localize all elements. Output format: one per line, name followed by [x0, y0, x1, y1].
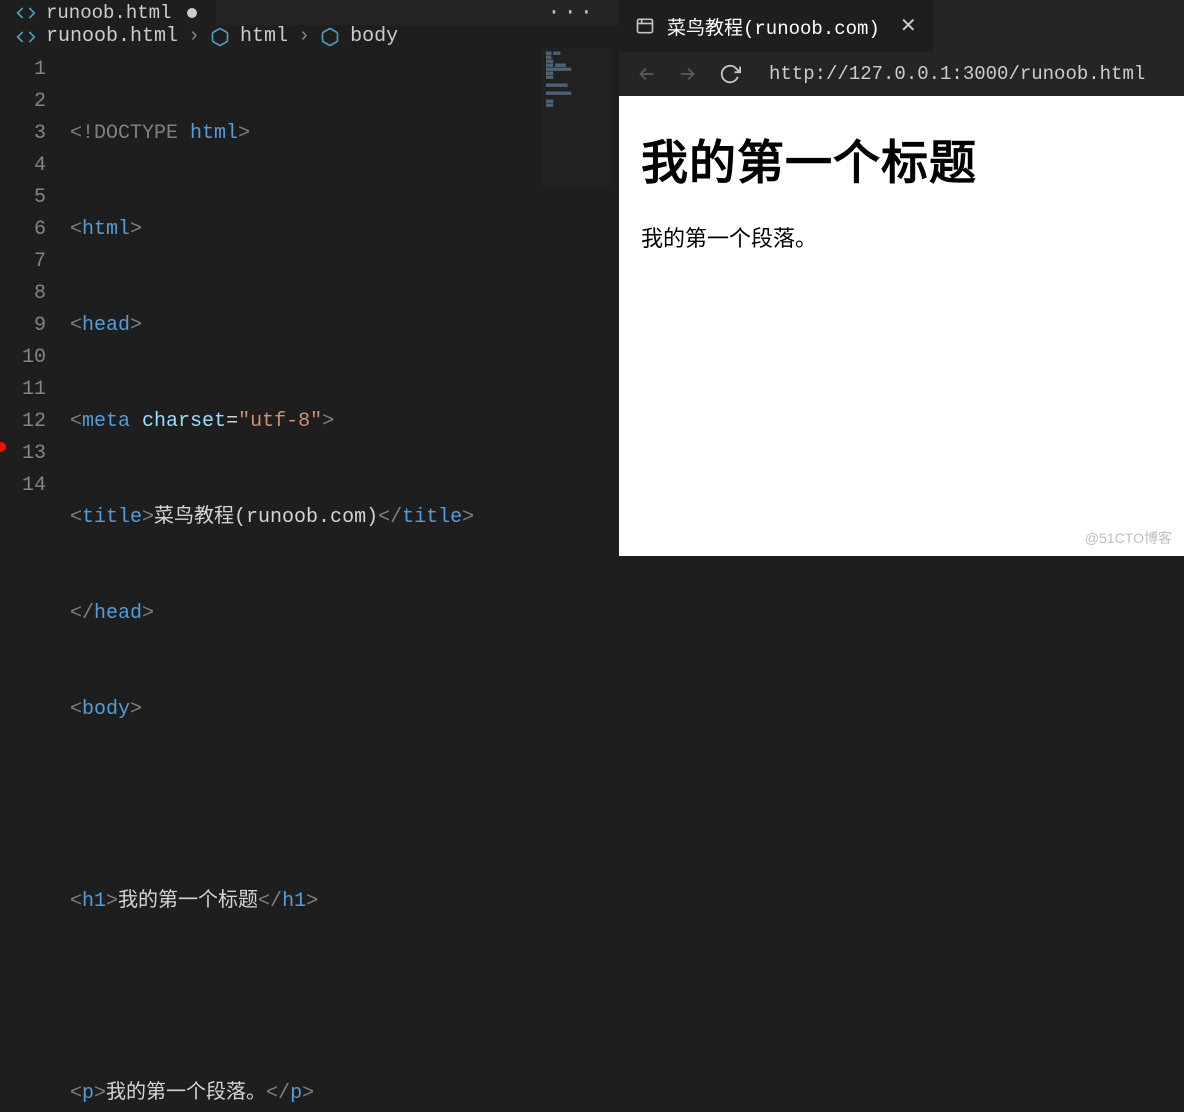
symbol-icon: [320, 27, 340, 47]
breadcrumb-path-2: body: [350, 25, 398, 48]
code-body[interactable]: <!DOCTYPE html> <html> <head> <meta char…: [70, 48, 618, 1112]
editor-tab-title: runoob.html: [46, 2, 171, 24]
preview-paragraph: 我的第一个段落。: [641, 221, 1162, 253]
code-line: <meta charset="utf-8">: [70, 406, 618, 438]
code-line: <h1>我的第一个标题</h1>: [70, 886, 618, 918]
tab-modified-dot: [187, 8, 197, 18]
code-file-icon: [16, 27, 36, 47]
code-line: <p>我的第一个段落。</p>: [70, 1078, 618, 1110]
code-line: <!DOCTYPE html>: [70, 118, 618, 150]
editor-pane: runoob.html ··· runoob.html › html › bod…: [0, 0, 618, 556]
line-gutter: 1 2 3 4 5 6 7 8 9 10 11 12 13 14: [0, 48, 70, 1112]
preview-heading: 我的第一个标题: [641, 124, 1162, 193]
back-button[interactable]: [635, 63, 657, 85]
forward-button[interactable]: [677, 63, 699, 85]
code-line: <body>: [70, 694, 618, 726]
preview-nav-bar: http://127.0.0.1:3000/runoob.html: [619, 52, 1184, 96]
preview-window-icon: [635, 16, 655, 36]
code-line: <html>: [70, 214, 618, 246]
breadcrumb-path-1: html: [240, 25, 288, 48]
tab-actions-more[interactable]: ···: [547, 0, 596, 25]
preview-tab-bar: 菜鸟教程(runoob.com) ✕: [619, 0, 1184, 52]
code-line: [70, 982, 618, 1014]
chevron-right-icon: ›: [298, 25, 310, 48]
editor-tab[interactable]: runoob.html: [0, 0, 216, 25]
preview-tab-title: 菜鸟教程(runoob.com): [667, 13, 880, 40]
preview-content: 我的第一个标题 我的第一个段落。 @51CTO博客: [619, 96, 1184, 556]
code-line: </head>: [70, 598, 618, 630]
breadcrumb-file: runoob.html: [46, 25, 178, 48]
chevron-right-icon: ›: [188, 25, 200, 48]
minimap[interactable]: ███ ████ ███ ████ ████ ██████ ██████████…: [542, 48, 612, 188]
close-icon[interactable]: ✕: [900, 13, 917, 39]
preview-tab[interactable]: 菜鸟教程(runoob.com) ✕: [619, 0, 933, 52]
editor-tab-bar: runoob.html ···: [0, 0, 618, 25]
refresh-button[interactable]: [719, 63, 741, 85]
code-area[interactable]: 1 2 3 4 5 6 7 8 9 10 11 12 13 14 <!DOCTY…: [0, 48, 618, 1112]
preview-pane: 菜鸟教程(runoob.com) ✕ http://127.0.0.1:3000…: [618, 0, 1184, 556]
code-file-icon: [16, 3, 36, 23]
code-line: [70, 790, 618, 822]
watermark: @51CTO博客: [1085, 528, 1172, 548]
breadcrumb[interactable]: runoob.html › html › body: [0, 25, 618, 48]
code-line: <title>菜鸟教程(runoob.com)</title>: [70, 502, 618, 534]
symbol-icon: [210, 27, 230, 47]
code-line: <head>: [70, 310, 618, 342]
url-text[interactable]: http://127.0.0.1:3000/runoob.html: [769, 63, 1145, 85]
